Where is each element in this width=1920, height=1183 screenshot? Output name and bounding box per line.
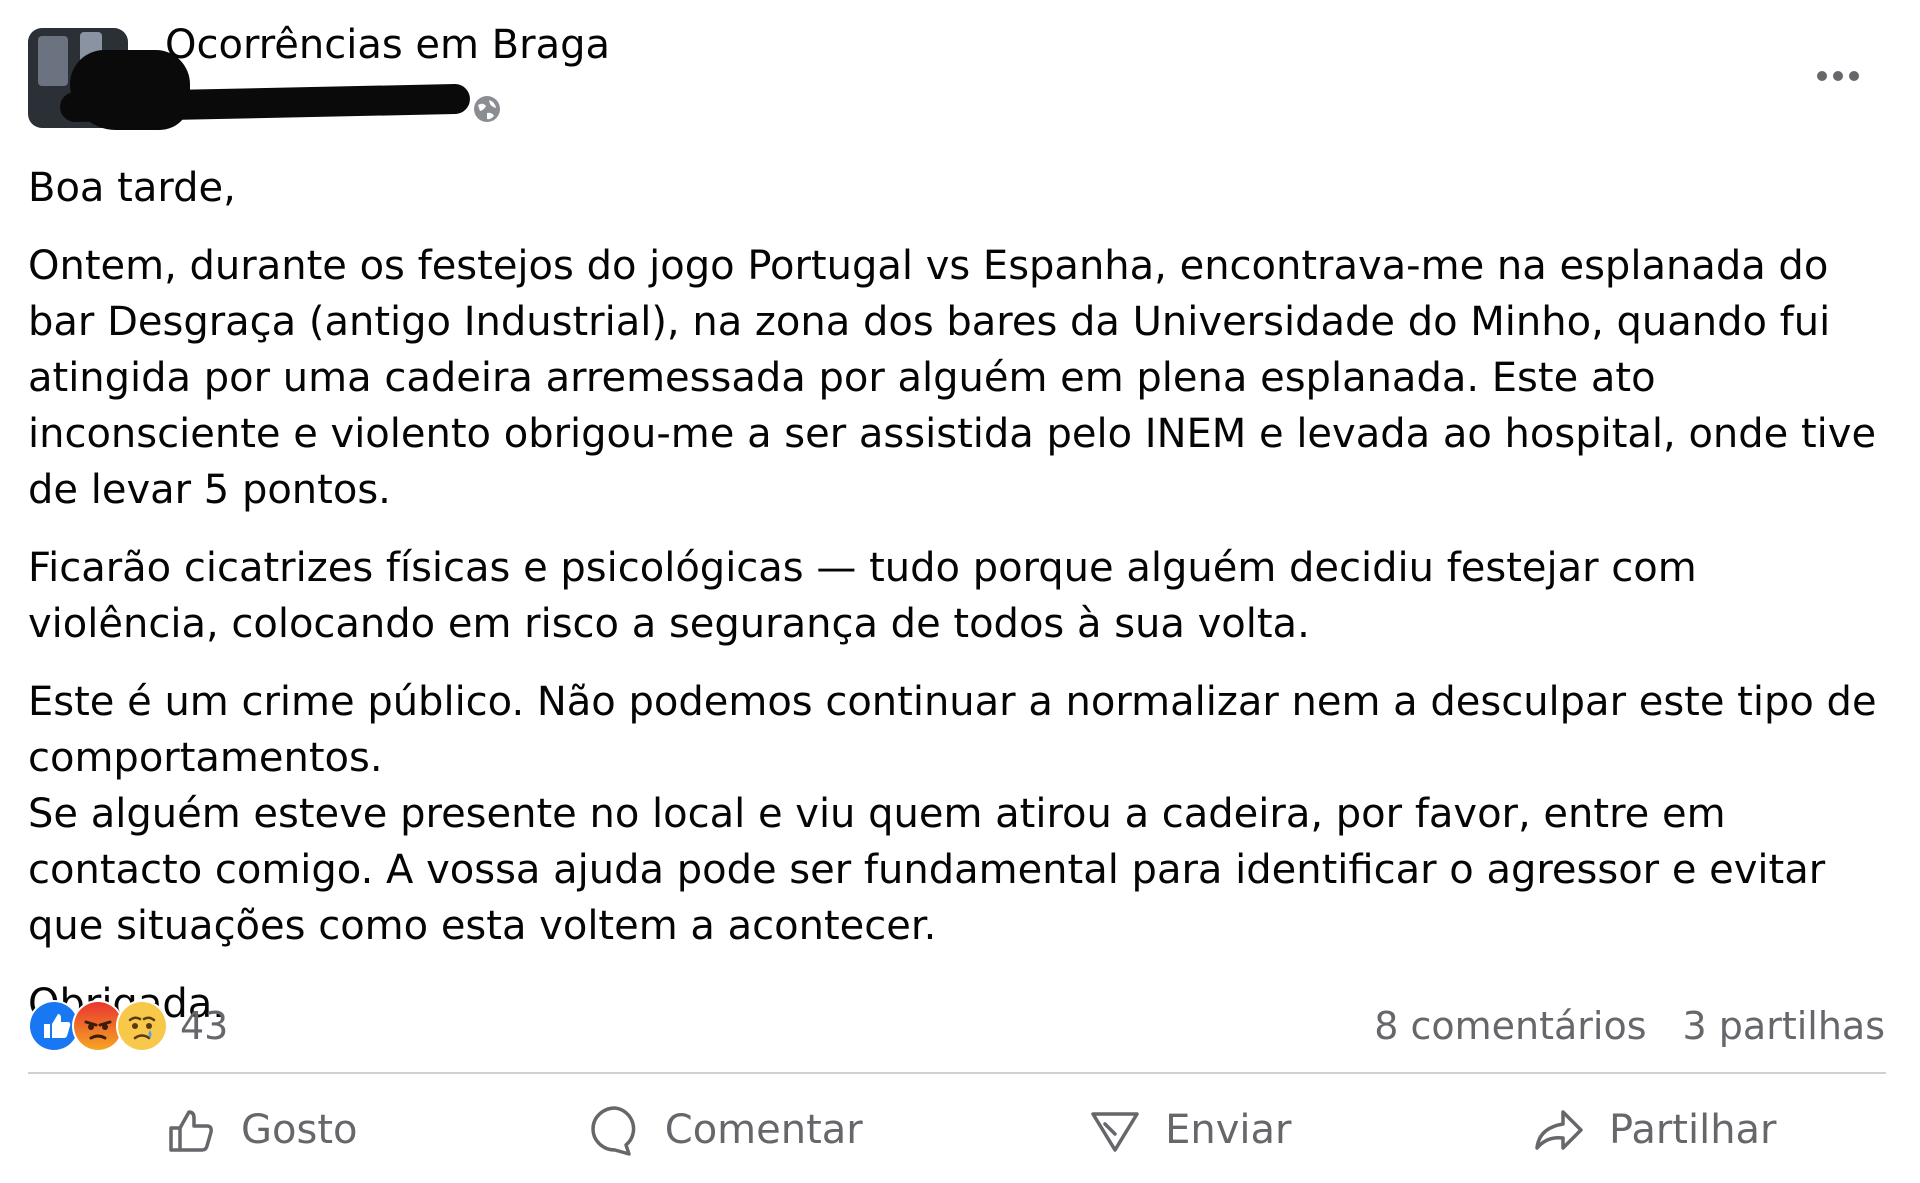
group-name-link[interactable]: Ocorrências em Braga xyxy=(165,22,610,68)
share-button[interactable]: Partilhar xyxy=(1422,1090,1887,1170)
reaction-icons xyxy=(28,1000,168,1052)
post-paragraph: Este é um crime público. Não podemos con… xyxy=(28,679,1877,781)
like-label: Gosto xyxy=(241,1107,358,1153)
comments-count-link[interactable]: 8 comentários xyxy=(1374,1004,1646,1048)
reactions-summary[interactable]: 43 xyxy=(28,998,228,1054)
send-button[interactable]: Enviar xyxy=(957,1090,1422,1170)
shares-count-link[interactable]: 3 partilhas xyxy=(1683,1004,1885,1048)
post-paragraph: Se alguém esteve presente no local e viu… xyxy=(28,791,1826,949)
thumbs-up-icon xyxy=(169,1110,213,1152)
post-paragraph: Ontem, durante os festejos do jogo Portu… xyxy=(28,243,1877,513)
post-paragraph: Ficarão cicatrizes físicas e psicológica… xyxy=(28,545,1697,647)
more-options-button[interactable] xyxy=(1810,58,1866,94)
like-button[interactable]: Gosto xyxy=(28,1090,493,1170)
divider xyxy=(28,1072,1886,1074)
post-body: Boa tarde, Ontem, durante os festejos do… xyxy=(28,160,1898,1054)
facebook-post: Ocorrências em Braga Boa tarde, Ontem, d… xyxy=(0,0,1920,1183)
send-label: Enviar xyxy=(1165,1107,1292,1153)
comment-button[interactable]: Comentar xyxy=(493,1090,958,1170)
share-label: Partilhar xyxy=(1609,1107,1777,1153)
share-icon xyxy=(1535,1110,1583,1150)
globe-icon xyxy=(472,94,502,124)
post-paragraph: Boa tarde, xyxy=(28,165,236,211)
action-bar: Gosto Comentar Enviar Partilhar xyxy=(28,1090,1886,1170)
comment-label: Comentar xyxy=(664,1107,863,1153)
send-icon xyxy=(1091,1112,1139,1152)
more-horizontal-icon xyxy=(1817,71,1859,81)
reaction-count: 43 xyxy=(180,1004,229,1048)
sad-reaction-icon xyxy=(116,1000,168,1052)
engagement-counts: 8 comentários 3 partilhas xyxy=(1374,998,1885,1054)
comment-icon xyxy=(591,1106,636,1156)
